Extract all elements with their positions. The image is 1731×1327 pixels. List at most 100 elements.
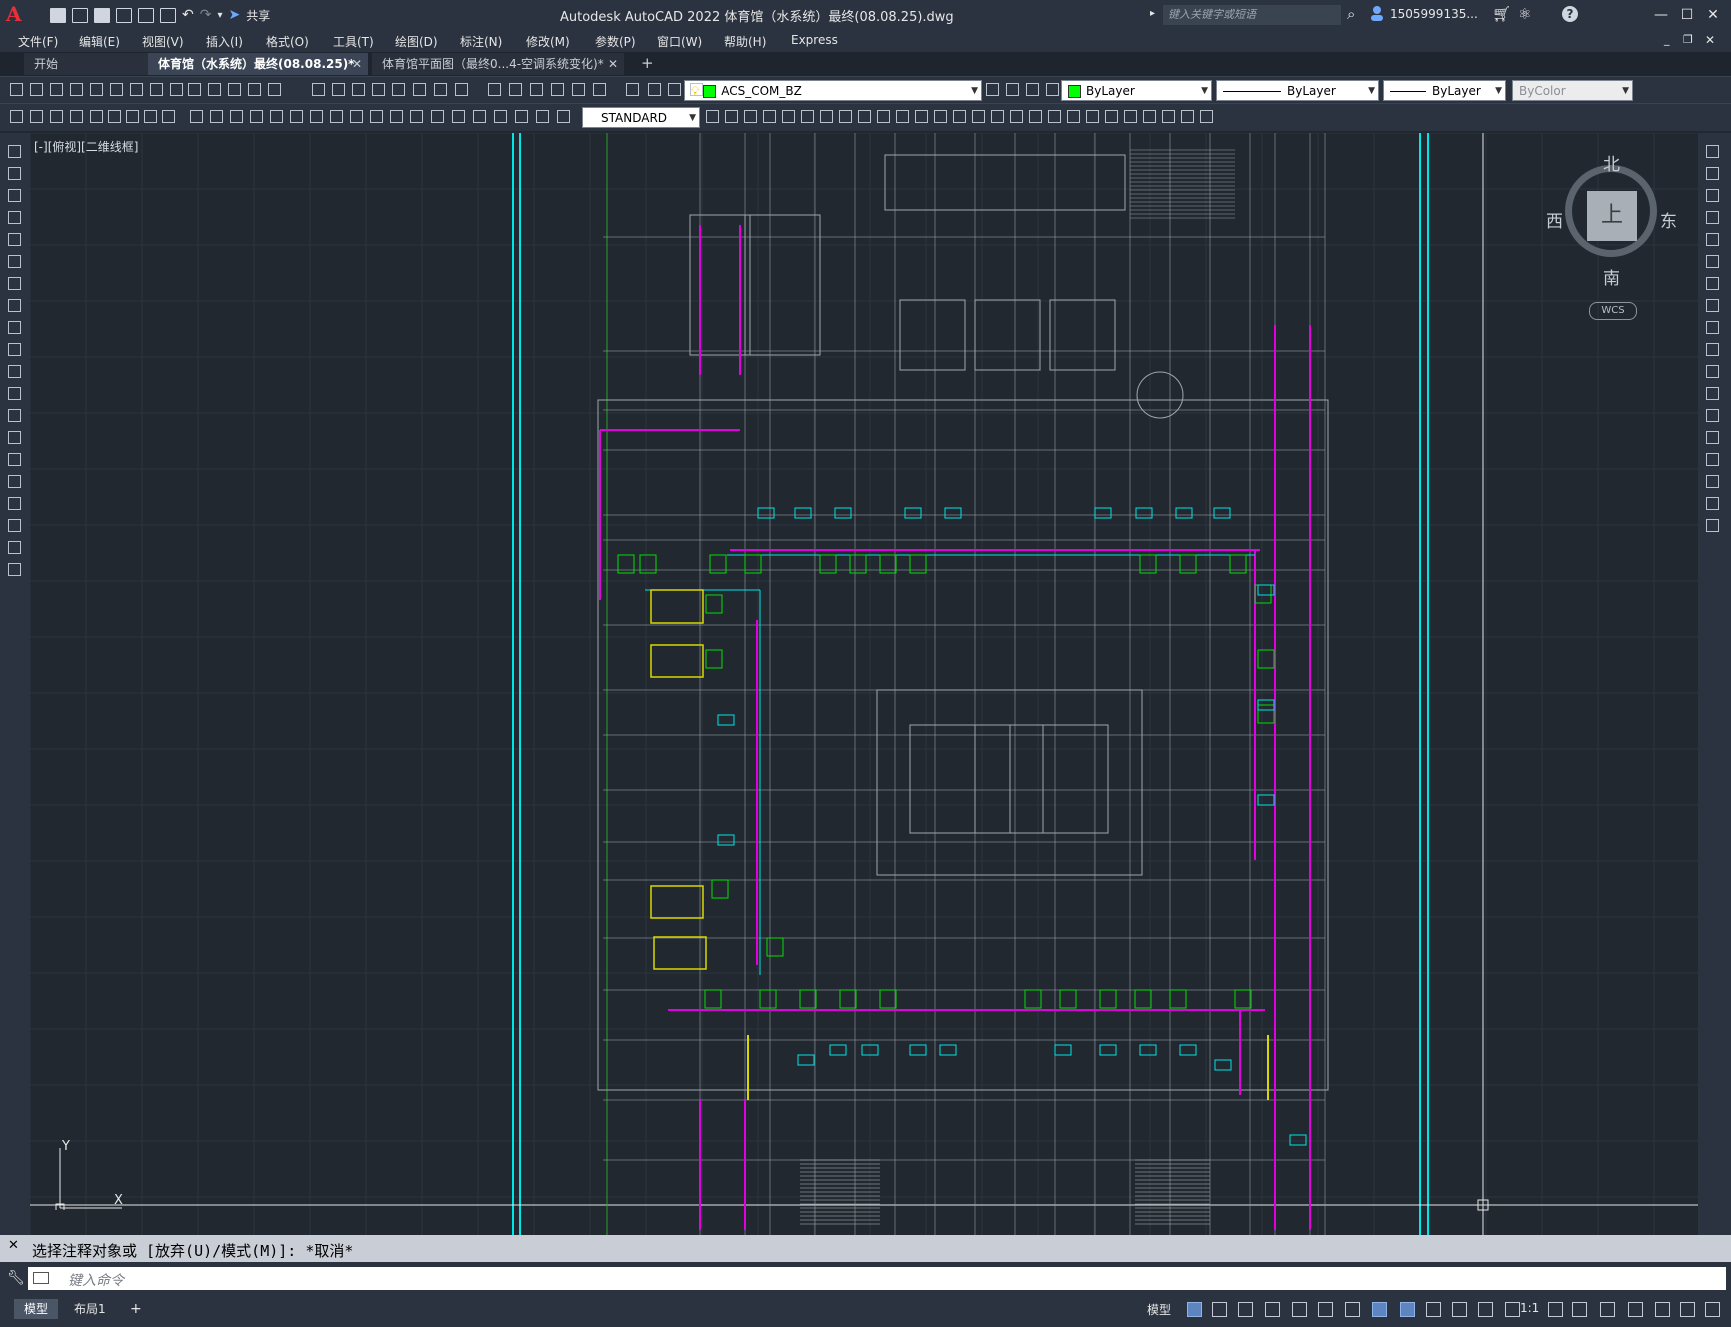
toolbar-tool-icon[interactable]: [1010, 110, 1023, 123]
user-name[interactable]: 1505999135...: [1390, 7, 1478, 21]
toolbar-tool-icon[interactable]: [1200, 110, 1213, 123]
modify-tool-icon[interactable]: [1706, 519, 1719, 532]
draw-tool-icon[interactable]: [8, 321, 21, 334]
toolbar-tool-icon[interactable]: [330, 110, 343, 123]
toolbar-tool-icon[interactable]: [162, 110, 175, 123]
saveas-icon[interactable]: [116, 7, 132, 23]
status-toggle-icon[interactable]: [1292, 1302, 1307, 1317]
modify-tool-icon[interactable]: [1706, 145, 1719, 158]
toolbar-tool-icon[interactable]: [782, 110, 795, 123]
menu-view[interactable]: 视图(V): [142, 33, 184, 50]
draw-tool-icon[interactable]: [8, 475, 21, 488]
doc-restore-icon[interactable]: ❐: [1683, 33, 1693, 46]
menu-dimension[interactable]: 标注(N): [460, 33, 502, 50]
command-input[interactable]: [28, 1267, 1726, 1290]
toolbar-tool-icon[interactable]: [1006, 83, 1019, 96]
modify-tool-icon[interactable]: [1706, 365, 1719, 378]
toolbar-tool-icon[interactable]: [70, 110, 83, 123]
share-label[interactable]: 共享: [246, 7, 270, 24]
search-expand-icon[interactable]: ▸: [1150, 8, 1155, 19]
tab-water-system[interactable]: 体育馆（水系统）最终(08.08.25)* ✕: [148, 53, 368, 75]
toolbar-tool-icon[interactable]: [248, 83, 261, 96]
status-toggle-icon[interactable]: [1655, 1302, 1670, 1317]
toolbar-tool-icon[interactable]: [144, 110, 157, 123]
toolbar-tool-icon[interactable]: [208, 83, 221, 96]
toolbar-tool-icon[interactable]: [370, 110, 383, 123]
draw-tool-icon[interactable]: [8, 255, 21, 268]
toolbar-tool-icon[interactable]: [312, 83, 325, 96]
toolbar-tool-icon[interactable]: [268, 83, 281, 96]
a360-icon[interactable]: ⚛: [1518, 5, 1531, 23]
toolbar-tool-icon[interactable]: [1026, 83, 1039, 96]
toolbar-tool-icon[interactable]: [350, 110, 363, 123]
toolbar-tool-icon[interactable]: [434, 83, 447, 96]
toolbar-tool-icon[interactable]: [551, 83, 564, 96]
toolbar-tool-icon[interactable]: [228, 83, 241, 96]
modify-tool-icon[interactable]: [1706, 431, 1719, 444]
plotstyle-dropdown[interactable]: ByColor ▼: [1512, 80, 1633, 101]
menu-help[interactable]: 帮助(H): [724, 33, 766, 50]
toolbar-tool-icon[interactable]: [170, 83, 183, 96]
drawing-canvas[interactable]: [30, 133, 1698, 1235]
open-icon[interactable]: [72, 7, 88, 23]
draw-tool-icon[interactable]: [8, 387, 21, 400]
menu-express[interactable]: Express: [791, 33, 838, 47]
viewcube-top-face[interactable]: 上: [1587, 191, 1637, 241]
save-icon[interactable]: [94, 7, 110, 23]
plot-icon[interactable]: [160, 7, 176, 23]
model-space-button[interactable]: 模型: [1147, 1301, 1171, 1318]
layer-dropdown[interactable]: 💡︎ ACS_COM_BZ ▼: [684, 80, 982, 101]
wcs-menu[interactable]: WCS: [1589, 302, 1637, 320]
status-toggle-icon[interactable]: [1548, 1302, 1563, 1317]
toolbar-tool-icon[interactable]: [30, 83, 43, 96]
toolbar-tool-icon[interactable]: [744, 110, 757, 123]
toolbar-tool-icon[interactable]: [70, 83, 83, 96]
toolbar-tool-icon[interactable]: [270, 110, 283, 123]
modify-tool-icon[interactable]: [1706, 343, 1719, 356]
toolbar-tool-icon[interactable]: [488, 83, 501, 96]
toolbar-tool-icon[interactable]: [494, 110, 507, 123]
draw-tool-icon[interactable]: [8, 189, 21, 202]
help-icon[interactable]: ?: [1562, 6, 1578, 22]
draw-tool-icon[interactable]: [8, 563, 21, 576]
toolbar-tool-icon[interactable]: [1181, 110, 1194, 123]
toolbar-tool-icon[interactable]: [150, 83, 163, 96]
search-icon[interactable]: ⌕: [1347, 5, 1355, 23]
close-icon[interactable]: ✕: [1702, 4, 1724, 26]
draw-tool-icon[interactable]: [8, 409, 21, 422]
draw-tool-icon[interactable]: [8, 299, 21, 312]
doc-close-icon[interactable]: ✕: [1705, 33, 1715, 47]
toolbar-tool-icon[interactable]: [110, 83, 123, 96]
lineweight-dropdown[interactable]: ByLayer ▼: [1383, 80, 1506, 101]
compass-south[interactable]: 南: [1603, 264, 1620, 289]
toolbar-tool-icon[interactable]: [915, 110, 928, 123]
toolbar-tool-icon[interactable]: [896, 110, 909, 123]
draw-tool-icon[interactable]: [8, 365, 21, 378]
toolbar-tool-icon[interactable]: [509, 83, 522, 96]
status-toggle-icon[interactable]: [1345, 1302, 1360, 1317]
draw-tool-icon[interactable]: [8, 233, 21, 246]
status-toggle-icon[interactable]: [1505, 1302, 1520, 1317]
toolbar-tool-icon[interactable]: [108, 110, 121, 123]
toolbar-tool-icon[interactable]: [626, 83, 639, 96]
menu-format[interactable]: 格式(O): [266, 33, 309, 50]
modify-tool-icon[interactable]: [1706, 497, 1719, 510]
status-toggle-icon[interactable]: [1705, 1302, 1720, 1317]
toolbar-tool-icon[interactable]: [593, 83, 606, 96]
toolbar-tool-icon[interactable]: [250, 110, 263, 123]
toolbar-tool-icon[interactable]: [1029, 110, 1042, 123]
status-toggle-icon[interactable]: [1238, 1302, 1253, 1317]
toolbar-tool-icon[interactable]: [413, 83, 426, 96]
toolbar-tool-icon[interactable]: [1124, 110, 1137, 123]
status-toggle-icon[interactable]: [1600, 1302, 1615, 1317]
toolbar-tool-icon[interactable]: [986, 83, 999, 96]
toolbar-tool-icon[interactable]: [763, 110, 776, 123]
modify-tool-icon[interactable]: [1706, 233, 1719, 246]
linetype-dropdown[interactable]: ByLayer ▼: [1216, 80, 1379, 101]
menu-parametric[interactable]: 参数(P): [595, 33, 636, 50]
status-toggle-icon[interactable]: [1680, 1302, 1695, 1317]
toolbar-tool-icon[interactable]: [991, 110, 1004, 123]
user-icon[interactable]: [1370, 5, 1384, 21]
toolbar-tool-icon[interactable]: [839, 110, 852, 123]
toolbar-tool-icon[interactable]: [372, 83, 385, 96]
